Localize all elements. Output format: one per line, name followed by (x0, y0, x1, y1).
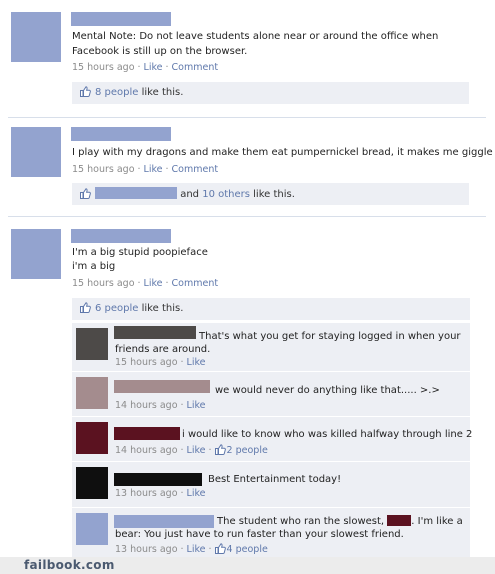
comment-like-link[interactable]: Like (187, 488, 206, 499)
failbook-logo: failbook.com (24, 558, 115, 572)
divider (8, 117, 486, 118)
post-meta: 15 hours ago · Like · Comment (72, 62, 219, 73)
post-meta: 15 hours ago · Like · Comment (72, 278, 219, 289)
like-link[interactable]: Like (144, 62, 163, 73)
comment-time[interactable]: 15 hours ago (115, 357, 178, 368)
comment-text-line1: That's what you get for staying logged i… (199, 331, 461, 342)
avatar[interactable] (11, 229, 61, 279)
comment-like-link[interactable]: Like (187, 357, 206, 368)
avatar[interactable] (11, 12, 61, 62)
post-text: I play with my dragons and make them eat… (72, 147, 493, 158)
thumbs-up-icon (214, 444, 226, 455)
comment-likes-link[interactable]: 2 people (227, 445, 268, 456)
like-link[interactable]: Like (144, 164, 163, 175)
post-text: Mental Note: Do not leave students alone… (72, 31, 439, 57)
divider (8, 216, 486, 217)
likes-box: and 10 others like this. (72, 183, 469, 205)
post-time[interactable]: 15 hours ago (72, 164, 135, 175)
comment-text-part2: . I'm like a (411, 516, 463, 527)
likes-suffix: like this. (253, 189, 295, 200)
likes-box: 6 people like this. (72, 298, 470, 320)
liker-name-redacted[interactable] (95, 187, 177, 199)
commenter-name-redacted[interactable] (114, 473, 202, 486)
post-time[interactable]: 15 hours ago (72, 278, 135, 289)
commenter-avatar[interactable] (76, 422, 108, 454)
likes-box: 8 people like this. (72, 82, 469, 104)
commenter-name-redacted[interactable] (114, 380, 210, 393)
comment-link[interactable]: Comment (172, 278, 219, 289)
like-link[interactable]: Like (144, 278, 163, 289)
comment-time[interactable]: 13 hours ago (115, 488, 178, 499)
comment: i would like to know who was killed half… (72, 416, 473, 461)
thumbs-up-icon (80, 86, 91, 97)
commenter-avatar[interactable] (76, 513, 108, 545)
comment: That's what you get for staying logged i… (72, 322, 470, 371)
comment-like-link[interactable]: Like (187, 544, 206, 555)
comment-time[interactable]: 14 hours ago (115, 445, 178, 456)
comment-text: i would like to know who was killed half… (182, 429, 473, 440)
comment-text-line2: bear: You just have to run faster than y… (115, 529, 404, 540)
comment-text-line1: The student who ran the slowest, . I'm l… (217, 515, 463, 528)
comment-time[interactable]: 13 hours ago (115, 544, 178, 555)
poster-name-redacted[interactable] (71, 12, 171, 26)
likes-count-link[interactable]: 8 people (95, 87, 138, 98)
comment-like-link[interactable]: Like (187, 400, 206, 411)
comment-likes-link[interactable]: 4 people (227, 544, 268, 555)
footer-bar: failbook.com (0, 557, 495, 574)
post-text-line2: i'm a big (72, 261, 116, 272)
post-time[interactable]: 15 hours ago (72, 62, 135, 73)
thumbs-up-icon (80, 188, 91, 199)
comment-meta: 14 hours ago · Like (115, 400, 206, 411)
comment-meta: 13 hours ago · Like · 4 people (115, 543, 268, 555)
comment-meta: 15 hours ago · Like (115, 357, 206, 368)
post-meta: 15 hours ago · Like · Comment (72, 164, 219, 175)
thumbs-up-icon (80, 302, 91, 313)
comment-like-link[interactable]: Like (187, 445, 206, 456)
comment-text: Best Entertainment today! (208, 474, 342, 485)
comment-meta: 14 hours ago · Like · 2 people (115, 444, 268, 456)
comment-meta: 13 hours ago · Like (115, 488, 206, 499)
comment-text-part1: The student who ran the slowest, (217, 516, 385, 527)
comment: The student who ran the slowest, . I'm l… (72, 507, 470, 557)
likes-others-link[interactable]: 10 others (202, 189, 250, 200)
commenter-name-redacted[interactable] (114, 515, 214, 528)
avatar[interactable] (11, 127, 61, 177)
comment-link[interactable]: Comment (172, 164, 219, 175)
comment-text: we would never do anything like that....… (215, 385, 440, 396)
thumbs-up-icon (214, 543, 226, 554)
comment: we would never do anything like that....… (72, 371, 470, 416)
post-text-line1: I'm a big stupid poopieface (72, 247, 208, 258)
comment-time[interactable]: 14 hours ago (115, 400, 178, 411)
commenter-avatar[interactable] (76, 467, 108, 499)
comment: Best Entertainment today! 13 hours ago · L… (72, 461, 470, 507)
comment-link[interactable]: Comment (172, 62, 219, 73)
likes-suffix: like this. (141, 87, 184, 98)
likes-and: and (180, 189, 200, 200)
commenter-avatar[interactable] (76, 377, 108, 409)
commenter-name-redacted[interactable] (114, 427, 180, 440)
commenter-avatar[interactable] (76, 328, 108, 360)
commenter-name-redacted[interactable] (114, 326, 196, 339)
student-name-redacted (387, 515, 412, 526)
likes-count-link[interactable]: 6 people (95, 303, 138, 314)
poster-name-redacted[interactable] (71, 127, 171, 141)
likes-suffix: like this. (141, 303, 184, 314)
comment-text-line2: friends are around. (115, 344, 211, 355)
poster-name-redacted[interactable] (71, 229, 171, 243)
